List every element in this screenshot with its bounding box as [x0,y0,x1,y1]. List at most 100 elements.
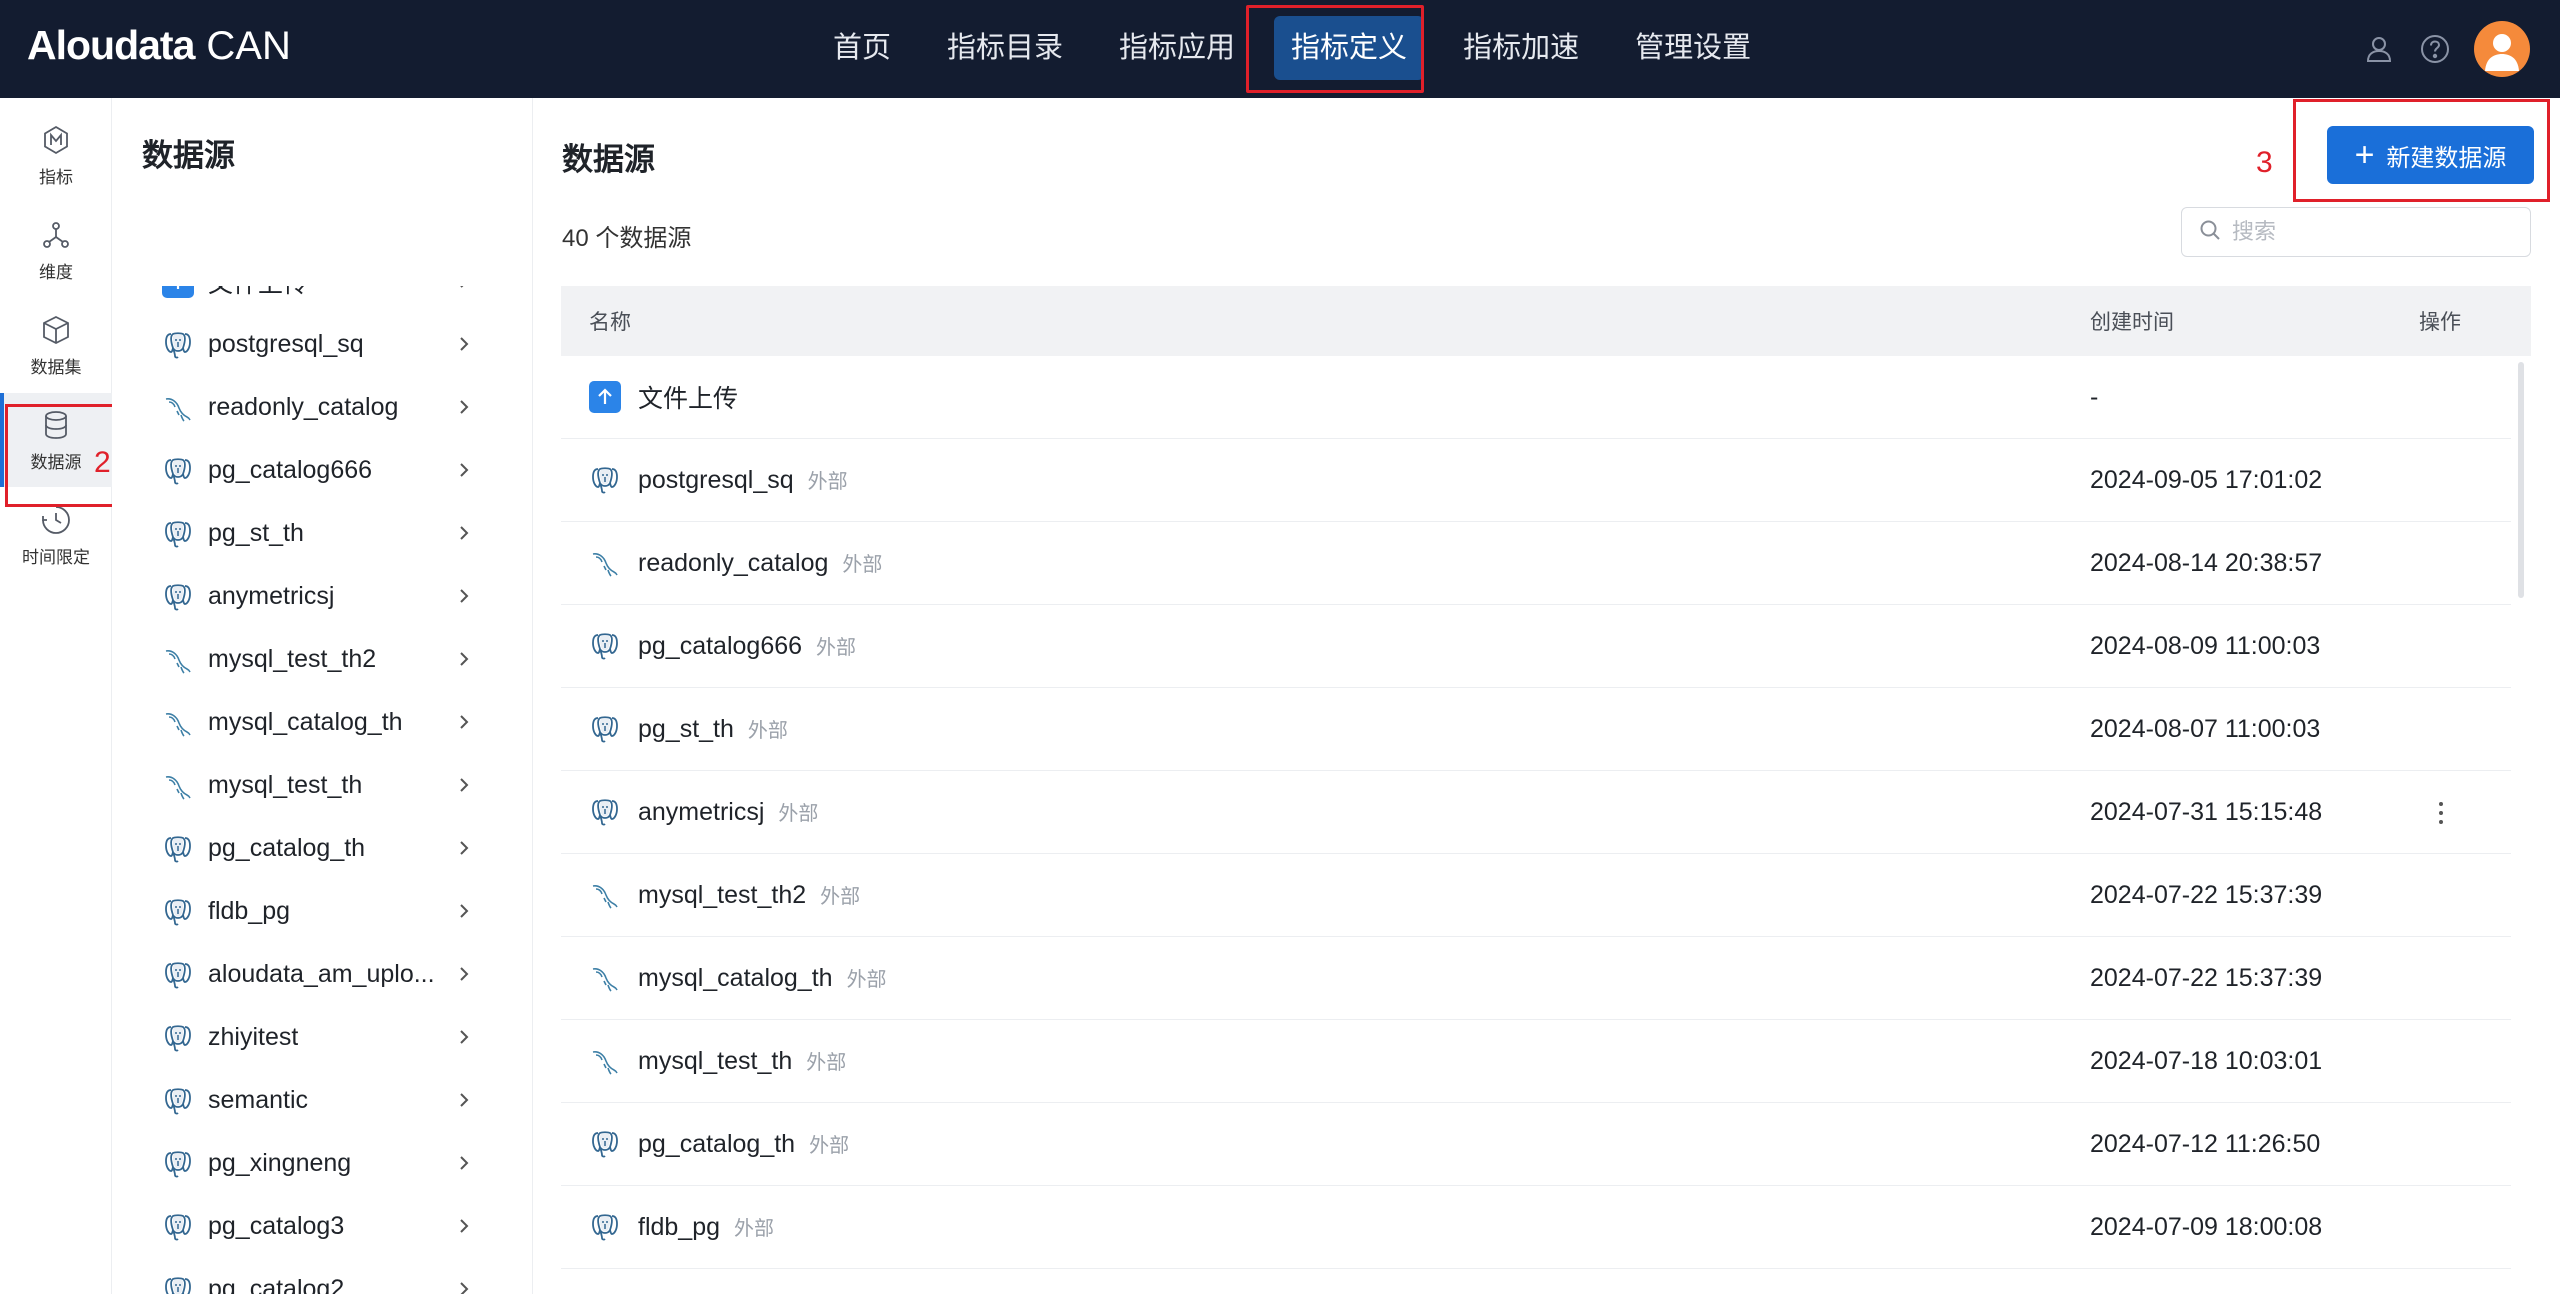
search-box[interactable] [2181,207,2531,257]
table-row[interactable]: fldb_pg 外部 2024-07-09 18:00:08 [561,1186,2511,1269]
row-name[interactable]: pg_st_th 外部 [638,714,788,744]
tree-item[interactable]: mysql_catalog_th [112,691,533,754]
search-input[interactable] [2232,219,2512,245]
chevron-right-icon[interactable] [453,711,475,733]
external-tag: 外部 [842,554,883,576]
plus-icon: + [2354,136,2375,174]
table-row[interactable]: pg_st_th 外部 2024-08-07 11:00:03 [561,688,2511,771]
tree-title: 数据源 [142,138,235,173]
column-name[interactable]: 名称 [589,306,631,336]
row-name[interactable]: mysql_catalog_th 外部 [638,963,887,993]
chevron-right-icon[interactable] [453,963,475,985]
rail-item-label: 数据集 [30,357,82,377]
chevron-right-icon[interactable] [453,1152,475,1174]
chevron-right-icon[interactable] [453,396,475,418]
row-name-text: mysql_test_th2 [638,881,807,909]
tree-item[interactable]: zhiyitest [112,1006,533,1069]
tree-item[interactable]: readonly_catalog [112,376,533,439]
row-name[interactable]: postgresql_sq 外部 [638,465,848,495]
rail-item-0[interactable]: 指标 [0,108,112,202]
row-name[interactable]: anymetricsj 外部 [638,797,818,827]
brand-name: Aloudata [27,22,195,68]
postgres-icon [589,464,621,496]
row-created-time: 2024-07-31 15:15:48 [2090,797,2323,826]
chevron-right-icon[interactable] [453,774,475,796]
help-icon[interactable] [2418,32,2452,66]
tree-item[interactable]: semantic [112,1069,533,1132]
row-name[interactable]: pg_catalog_th 外部 [638,1129,849,1159]
tree-item[interactable]: fldb_pg [112,880,533,943]
nav-item-4[interactable]: 指标加速 [1446,16,1596,80]
nav-item-5[interactable]: 管理设置 [1618,16,1768,80]
row-name[interactable]: readonly_catalog 外部 [638,548,882,578]
table-row[interactable]: mysql_test_th2 外部 2024-07-22 15:37:39 [561,854,2511,937]
mysql-icon [162,392,194,424]
tree-item[interactable]: 文件上传 [112,286,533,313]
chevron-right-icon[interactable] [453,1215,475,1237]
tree-item[interactable]: mysql_test_th2 [112,628,533,691]
chevron-right-icon[interactable] [453,900,475,922]
table-scrollbar[interactable] [2518,362,2524,598]
row-name[interactable]: fldb_pg 外部 [638,1212,774,1242]
column-created-time[interactable]: 创建时间 [2090,306,2174,336]
tree-item[interactable]: pg_catalog666 [112,439,533,502]
chevron-right-icon[interactable] [453,459,475,481]
table-row[interactable]: pg_catalog_th 外部 2024-07-12 11:26:50 [561,1103,2511,1186]
table-row[interactable]: 文件上传 - [561,356,2511,439]
chevron-right-icon[interactable] [453,585,475,607]
postgres-icon [162,959,194,991]
table-row[interactable]: pg_catalog666 外部 2024-08-09 11:00:03 [561,605,2511,688]
chevron-right-icon[interactable] [453,286,475,292]
search-icon [2198,218,2222,247]
external-tag: 外部 [820,886,861,908]
tree-item[interactable]: postgresql_sq [112,313,533,376]
row-name[interactable]: 文件上传 [638,379,738,415]
app-logo[interactable]: Aloudata CAN [27,22,291,78]
table-row[interactable]: mysql_test_th 外部 2024-07-18 10:03:01 [561,1020,2511,1103]
user-icon[interactable] [2362,32,2396,66]
tree-item[interactable]: pg_st_th [112,502,533,565]
user-avatar[interactable] [2474,21,2530,77]
table-row[interactable]: anymetricsj 外部 2024-07-31 15:15:48 [561,771,2511,854]
table-row[interactable]: readonly_catalog 外部 2024-08-14 20:38:57 [561,522,2511,605]
chevron-right-icon[interactable] [453,1026,475,1048]
tree-item[interactable]: pg_catalog3 [112,1195,533,1258]
chevron-right-icon[interactable] [453,837,475,859]
chevron-right-icon[interactable] [453,522,475,544]
tree-item[interactable]: pg_catalog_th [112,817,533,880]
nav-item-2[interactable]: 指标应用 [1102,16,1252,80]
postgres-icon [162,581,194,613]
tree-item[interactable]: mysql_test_th [112,754,533,817]
row-name[interactable]: mysql_test_th2 外部 [638,880,860,910]
chevron-right-icon[interactable] [453,648,475,670]
rail-item-1[interactable]: 维度 [0,203,112,297]
more-actions-icon[interactable] [2431,799,2451,827]
row-created-time: 2024-07-12 11:26:50 [2090,1129,2321,1158]
table-row[interactable]: mysql_catalog_th 外部 2024-07-22 15:37:39 [561,937,2511,1020]
table-row[interactable]: postgresql_sq 外部 2024-09-05 17:01:02 [561,439,2511,522]
datasource-tree-panel: 数据源 文件上传 postgresql_sq readonly_catalog pg_… [112,98,533,1294]
tree-item-label: aloudata_am_uplo... [208,960,435,988]
row-name[interactable]: mysql_test_th 外部 [638,1046,846,1076]
tree-item[interactable]: anymetricsj [112,565,533,628]
tree-item-label: postgresql_sq [208,330,364,358]
row-created-time: 2024-08-14 20:38:57 [2090,548,2323,577]
row-name[interactable]: pg_catalog666 外部 [638,631,856,661]
tree-item[interactable]: pg_xingneng [112,1132,533,1195]
postgres-icon [162,1085,194,1117]
rail-item-2[interactable]: 数据集 [0,298,112,392]
nav-item-1[interactable]: 指标目录 [930,16,1080,80]
nav-item-0[interactable]: 首页 [816,16,908,80]
dataset-icon [39,313,73,347]
row-created-time: 2024-07-22 15:37:39 [2090,963,2323,992]
tree-item-label: zhiyitest [208,1023,299,1051]
new-datasource-button[interactable]: + 新建数据源 [2327,126,2534,184]
postgres-icon [589,1211,621,1243]
chevron-right-icon[interactable] [453,1278,475,1294]
tree-item[interactable]: pg_catalog2 [112,1258,533,1294]
chevron-right-icon[interactable] [453,333,475,355]
rail-item-label: 维度 [39,262,73,282]
chevron-right-icon[interactable] [453,1089,475,1111]
tree-item[interactable]: aloudata_am_uplo... [112,943,533,1006]
datasource-table: 名称 创建时间 操作 文件上传 - postgresql_sq 外部 2024-09-0… [561,286,2531,1294]
